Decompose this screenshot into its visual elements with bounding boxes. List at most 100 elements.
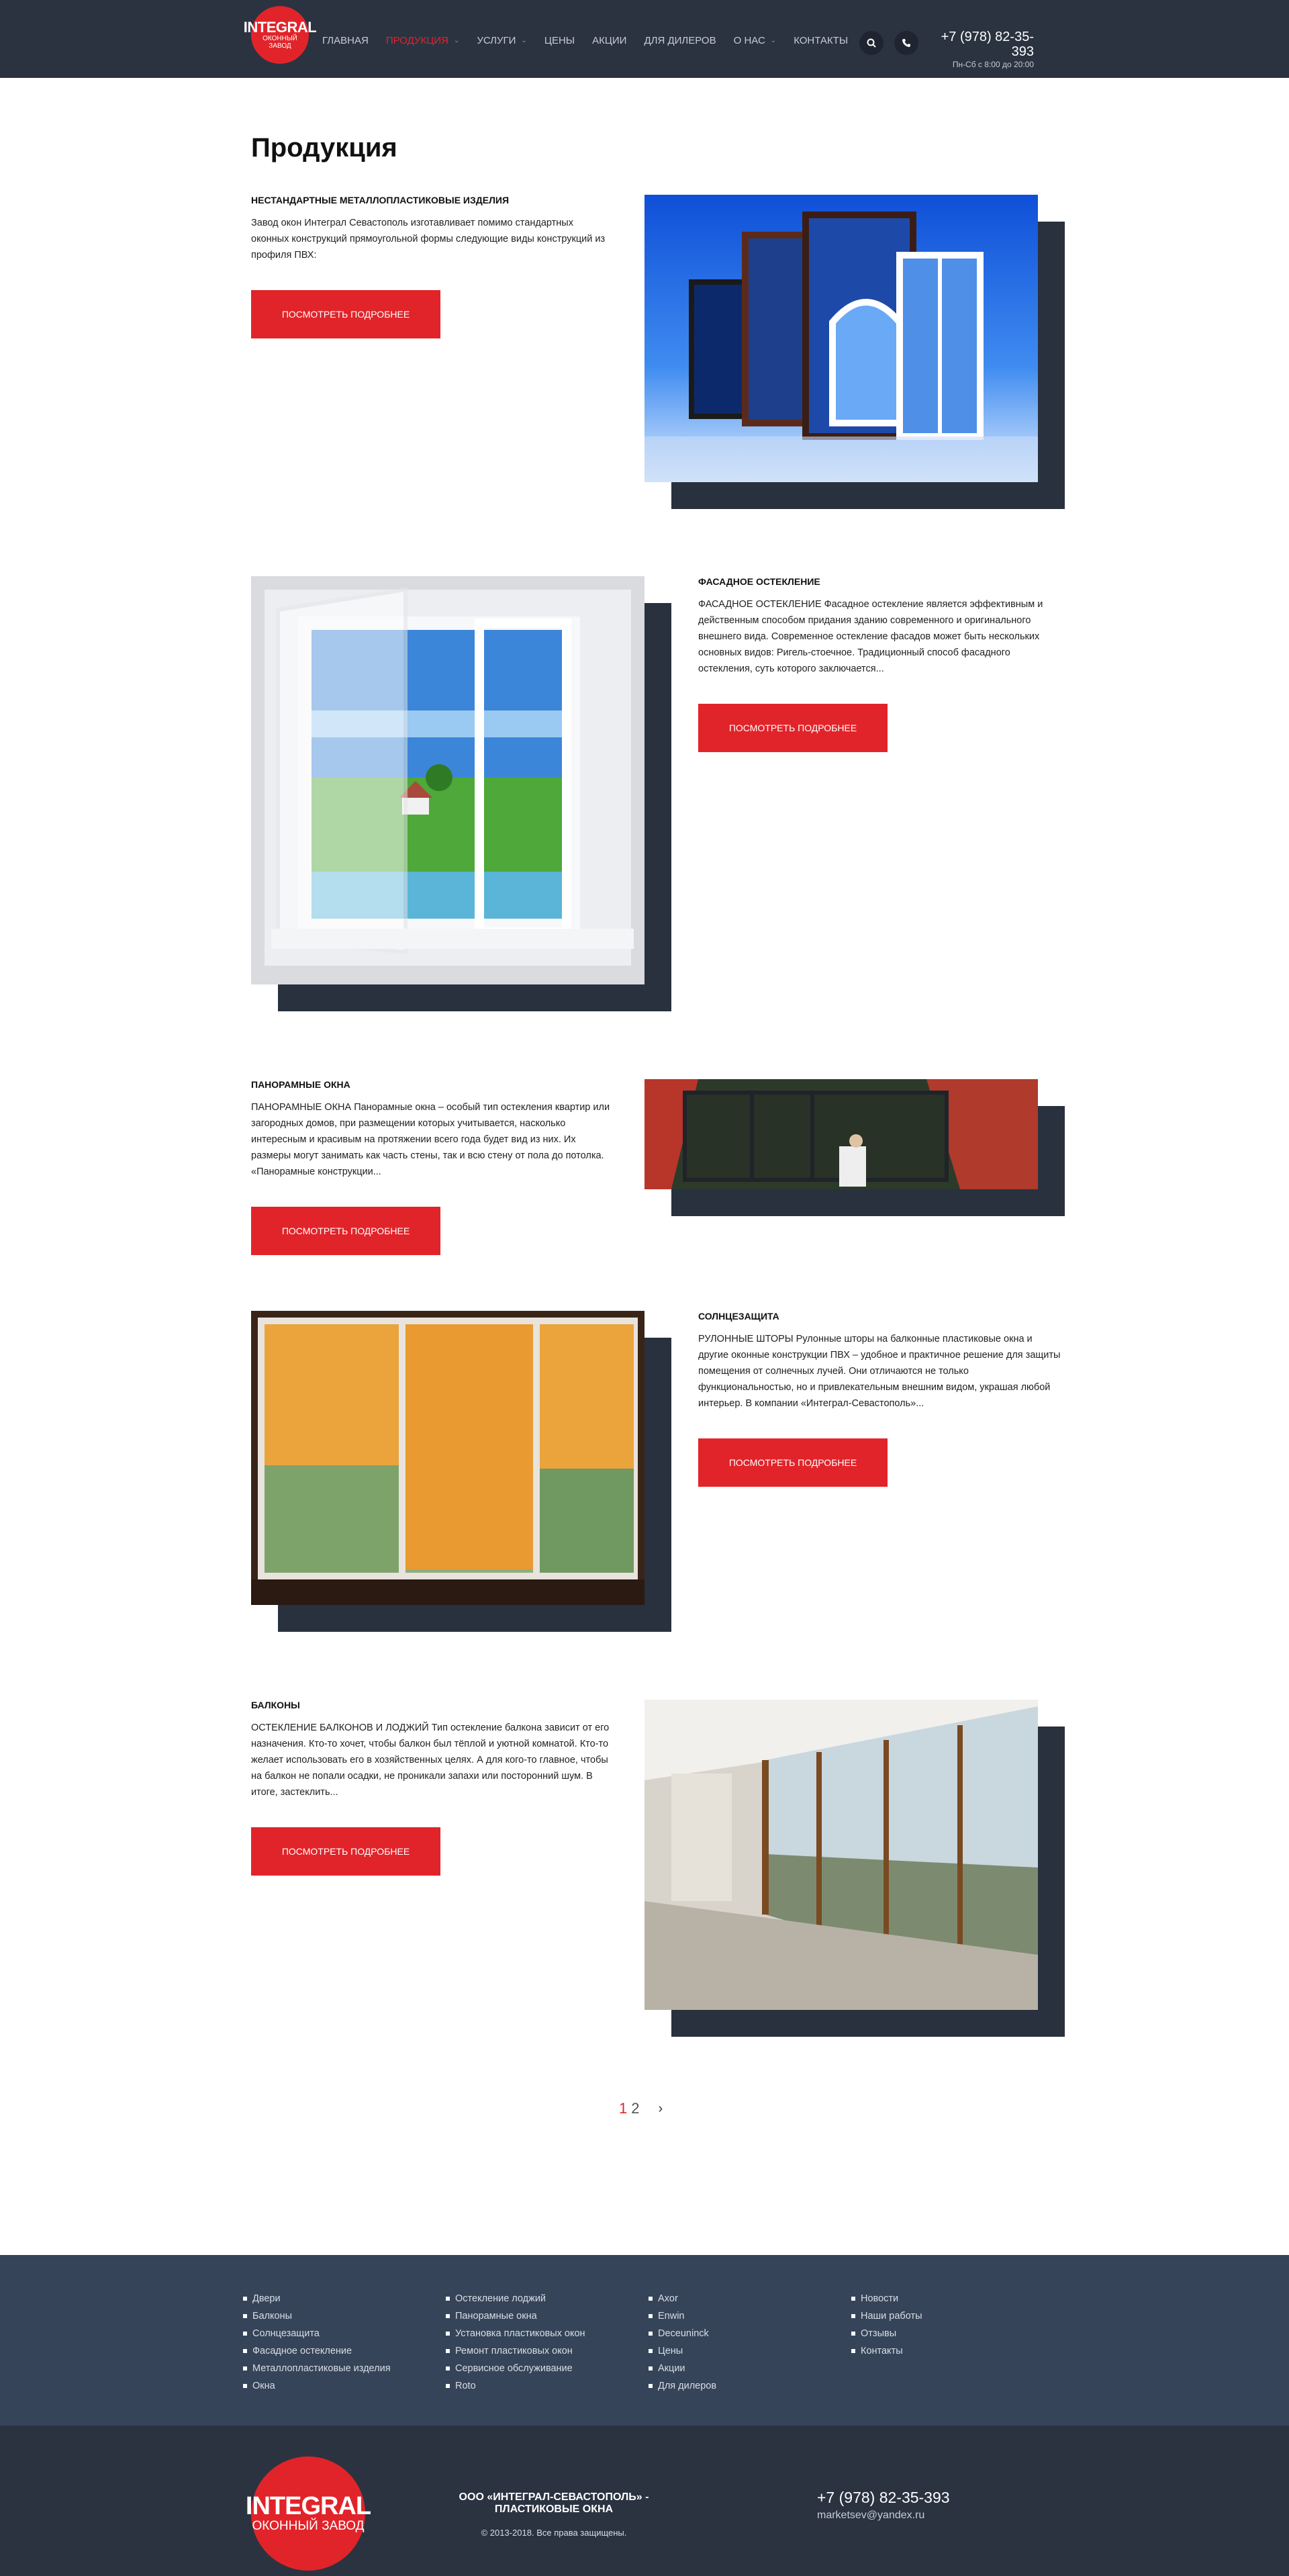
footer-link[interactable]: Сервисное обслуживание <box>446 2360 585 2377</box>
chevron-down-icon: ⌄ <box>453 37 460 44</box>
product-image-facade[interactable] <box>251 576 671 1011</box>
roller-blinds-photo <box>251 1311 644 1605</box>
product-image-sunprotection[interactable] <box>251 1311 671 1632</box>
footer-link[interactable]: Акции <box>649 2360 716 2377</box>
product-title: СОЛНЦЕЗАЩИТА <box>698 1311 779 1322</box>
footer-link[interactable]: Отзывы <box>851 2325 922 2342</box>
page-2-link[interactable]: 2 <box>631 2100 639 2117</box>
product-title: НЕСТАНДАРТНЫЕ МЕТАЛЛОПЛАСТИКОВЫЕ ИЗДЕЛИЯ <box>251 195 510 205</box>
nav-label: Акции <box>592 35 627 46</box>
company-info: ООО «ИНТЕГРАЛ-СЕВАСТОПОЛЬ» - ПЛАСТИКОВЫЕ… <box>443 2491 665 2538</box>
footer-logo[interactable]: INTEGRAL ОКОННЫЙ ЗАВОД <box>246 2456 371 2571</box>
more-button[interactable]: Посмотреть подробнее <box>251 290 440 338</box>
product-card-sunprotection: СОЛНЦЕЗАЩИТА РУЛОННЫЕ ШТОРЫ Рулонные што… <box>698 1311 1061 1487</box>
footer-email[interactable]: marketsev@yandex.ru <box>817 2510 950 2522</box>
footer-link[interactable]: Остекление лоджий <box>446 2290 585 2307</box>
footer-link[interactable]: Цены <box>649 2342 716 2360</box>
logo-subtitle: ОКОННЫЙ ЗАВОД <box>252 2519 365 2533</box>
nav-item-services[interactable]: Услуги ⌄ <box>477 35 527 46</box>
nav-label: О нас <box>733 35 765 46</box>
product-title: ФАСАДНОЕ ОСТЕКЛЕНИЕ <box>698 576 820 587</box>
nav-item-contacts[interactable]: Контакты <box>794 35 848 46</box>
nav-item-about[interactable]: О нас ⌄ <box>734 35 777 46</box>
search-button[interactable] <box>859 31 884 55</box>
nav-label: Услуги <box>477 35 516 46</box>
nav-item-products[interactable]: Продукция ⌄ <box>386 35 460 46</box>
product-image-nonstandard[interactable] <box>644 195 1065 509</box>
nav-label: Цены <box>544 35 575 46</box>
product-title: БАЛКОНЫ <box>251 1700 300 1710</box>
company-name: ООО «ИНТЕГРАЛ-СЕВАСТОПОЛЬ» - ПЛАСТИКОВЫЕ… <box>459 2491 649 2515</box>
footer-bottom: INTEGRAL ОКОННЫЙ ЗАВОД ООО «ИНТЕГРАЛ-СЕВ… <box>0 2426 1289 2576</box>
main-nav: Главная Продукция ⌄ Услуги ⌄ Цены Акции Дл… <box>322 35 865 46</box>
footer-link[interactable]: Enwin <box>649 2307 716 2325</box>
footer-link[interactable]: Металлопластиковые изделия <box>243 2360 391 2377</box>
more-button[interactable]: Посмотреть подробнее <box>698 1438 888 1487</box>
nav-label: Для дилеров <box>644 35 716 46</box>
footer-column-1: Двери Балконы Солнцезащита Фасадное осте… <box>243 2290 391 2395</box>
footer-link[interactable]: Фасадное остекление <box>243 2342 391 2360</box>
callback-button[interactable] <box>894 31 918 55</box>
footer-link[interactable]: Окна <box>243 2377 391 2395</box>
nav-label: Главная <box>322 35 369 46</box>
search-icon <box>867 38 876 48</box>
footer-link[interactable]: Солнцезащита <box>243 2325 391 2342</box>
product-card-nonstandard: НЕСТАНДАРТНЫЕ МЕТАЛЛОПЛАСТИКОВЫЕ ИЗДЕЛИЯ… <box>251 195 614 338</box>
product-description: Завод окон Интеграл Севастополь изготавл… <box>251 218 606 261</box>
footer-link[interactable]: Установка пластиковых окон <box>446 2325 585 2342</box>
footer-contacts: +7 (978) 82-35-393 marketsev@yandex.ru <box>817 2489 950 2522</box>
header-hours: Пн-Сб с 8:00 до 20:00 <box>952 60 1034 69</box>
chevron-down-icon: ⌄ <box>770 37 777 44</box>
nonstandard-windows-photo <box>644 195 1038 482</box>
footer-link[interactable]: Axor <box>649 2290 716 2307</box>
footer-column-4: Новости Наши работы Отзывы Контакты <box>851 2290 922 2360</box>
more-button[interactable]: Посмотреть подробнее <box>698 704 888 752</box>
footer-link[interactable]: Наши работы <box>851 2307 922 2325</box>
more-button[interactable]: Посмотреть подробнее <box>251 1827 440 1876</box>
footer-link[interactable]: Ремонт пластиковых окон <box>446 2342 585 2360</box>
nav-item-prices[interactable]: Цены <box>544 35 575 46</box>
nav-label: Продукция <box>385 35 448 46</box>
page-title: Продукция <box>251 133 397 163</box>
footer-link[interactable]: Deceuninck <box>649 2325 716 2342</box>
product-description: РУЛОННЫЕ ШТОРЫ Рулонные шторы на балконн… <box>698 1334 1061 1409</box>
site-logo[interactable]: INTEGRAL ОКОННЫЙ ЗАВОД <box>244 6 317 64</box>
more-button[interactable]: Посмотреть подробнее <box>251 1207 440 1255</box>
chevron-down-icon: ⌄ <box>521 37 527 44</box>
sliding-balcony-photo <box>644 1700 1038 2010</box>
product-description: ФАСАДНОЕ ОСТЕКЛЕНИЕ Фасадное остекление … <box>698 599 1043 674</box>
logo-subtitle: ОКОННЫЙ ЗАВОД <box>262 35 297 50</box>
product-card-panoramic: ПАНОРАМНЫЕ ОКНА ПАНОРАМНЫЕ ОКНА Панорамн… <box>251 1079 614 1255</box>
header-phone[interactable]: +7 (978) 82-35-393 <box>926 30 1034 59</box>
footer-phone[interactable]: +7 (978) 82-35-393 <box>817 2489 950 2507</box>
product-card-balconies: БАЛКОНЫ ОСТЕКЛЕНИЕ БАЛКОНОВ И ЛОДЖИЙ Тип… <box>251 1700 614 1876</box>
nav-item-dealers[interactable]: Для дилеров <box>644 35 716 46</box>
site-header: INTEGRAL ОКОННЫЙ ЗАВОД Главная Продукция… <box>0 0 1289 78</box>
phone-icon <box>902 39 910 47</box>
footer-link[interactable]: Балконы <box>243 2307 391 2325</box>
product-description: ОСТЕКЛЕНИЕ БАЛКОНОВ И ЛОДЖИЙ Тип остекле… <box>251 1722 610 1798</box>
footer-link[interactable]: Двери <box>243 2290 391 2307</box>
header-contact: +7 (978) 82-35-393 Пн-Сб с 8:00 до 20:00 <box>926 30 1034 70</box>
footer-column-2: Остекление лоджий Панорамные окна Устано… <box>446 2290 585 2395</box>
product-image-panoramic[interactable] <box>644 1079 1065 1216</box>
footer-link[interactable]: Панорамные окна <box>446 2307 585 2325</box>
nav-label: Контакты <box>794 35 849 46</box>
footer-links: Двери Балконы Солнцезащита Фасадное осте… <box>0 2255 1289 2426</box>
footer-column-3: Axor Enwin Deceuninck Цены Акции Для дил… <box>649 2290 716 2395</box>
footer-link[interactable]: Для дилеров <box>649 2377 716 2395</box>
product-description: ПАНОРАМНЫЕ ОКНА Панорамные окна – особый… <box>251 1102 610 1177</box>
open-window-photo <box>251 576 644 984</box>
page-1-link[interactable]: 1 <box>619 2100 627 2117</box>
pagination: 1 2 › <box>619 2100 663 2117</box>
roof-window-photo <box>644 1079 1038 1189</box>
nav-item-home[interactable]: Главная <box>322 35 369 46</box>
footer-link[interactable]: Roto <box>446 2377 585 2395</box>
logo-title: INTEGRAL <box>243 19 317 36</box>
nav-item-promotions[interactable]: Акции <box>592 35 626 46</box>
copyright: © 2013-2018. Все права защищены. <box>481 2528 627 2538</box>
product-image-balconies[interactable] <box>644 1700 1065 2037</box>
footer-link[interactable]: Новости <box>851 2290 922 2307</box>
next-page-icon[interactable]: › <box>659 2101 663 2117</box>
footer-link[interactable]: Контакты <box>851 2342 922 2360</box>
